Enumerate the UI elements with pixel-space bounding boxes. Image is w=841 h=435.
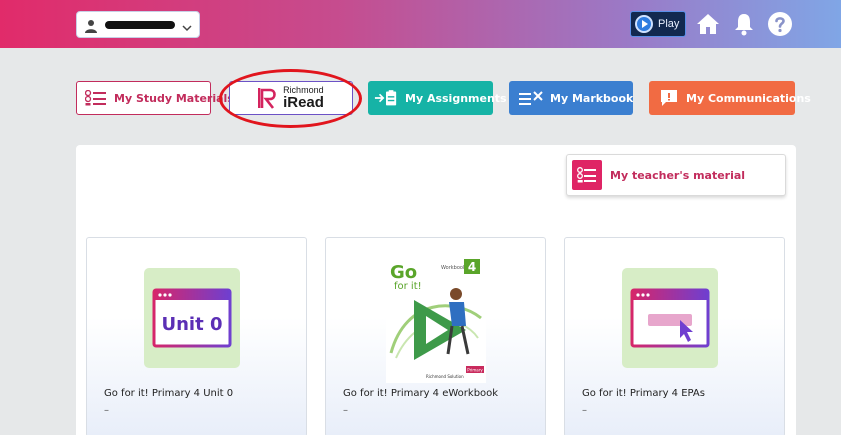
tab-label: My Study Materials xyxy=(114,91,234,105)
user-icon xyxy=(83,17,99,33)
go-for-it-cover: Go for it! Workbook 4 Primary Richmond S… xyxy=(386,258,486,383)
card-subtitle: – xyxy=(104,405,109,416)
cover-badge: Primary xyxy=(467,368,483,373)
help-icon[interactable] xyxy=(767,11,793,37)
top-header: ■■■■■■■■■■ Play xyxy=(0,0,841,48)
user-name: ■■■■■■■■■■ xyxy=(105,20,175,29)
iread-logo: Richmond iRead xyxy=(258,86,324,110)
tab-richmond-iread[interactable]: Richmond iRead xyxy=(229,81,353,115)
bell-icon[interactable] xyxy=(731,11,757,37)
cover-publisher: Richmond Solution xyxy=(426,374,464,379)
richmond-r-icon xyxy=(258,88,276,109)
assignment-clipboard-icon xyxy=(374,88,398,108)
book-cover: Go for it! Workbook 4 Primary Richmond S… xyxy=(386,258,486,383)
material-card[interactable]: Go for it! Primary 4 EPAs – xyxy=(564,237,785,435)
teacher-material-label: My teacher's material xyxy=(610,168,746,182)
click-window-icon xyxy=(630,288,710,348)
my-teachers-material-button[interactable]: My teacher's material xyxy=(566,154,786,196)
play-button[interactable]: Play xyxy=(630,11,686,37)
play-icon xyxy=(635,15,653,33)
checklist-icon xyxy=(85,88,107,108)
tab-label: My Assignments xyxy=(405,91,507,105)
chevron-down-icon xyxy=(181,19,193,31)
cover-number: 4 xyxy=(468,260,476,274)
card-subtitle: – xyxy=(343,405,348,416)
card-title: Go for it! Primary 4 eWorkbook xyxy=(343,388,499,399)
cover-title-1: Go xyxy=(390,262,417,283)
card-thumbnail xyxy=(622,268,718,368)
tab-my-study-materials[interactable]: My Study Materials xyxy=(76,81,234,115)
card-subtitle: – xyxy=(582,405,587,416)
material-card[interactable]: Unit 0 Go for it! Primary 4 Unit 0 – xyxy=(86,237,307,435)
iread-brand-big: iRead xyxy=(283,94,324,111)
message-icon xyxy=(659,88,679,108)
unit-window-icon: Unit 0 xyxy=(152,288,232,348)
tab-my-assignments[interactable]: My Assignments xyxy=(368,81,507,115)
material-card[interactable]: Go for it! Workbook 4 Primary Richmond S… xyxy=(325,237,546,435)
card-title: Go for it! Primary 4 Unit 0 xyxy=(104,388,234,399)
user-account-select[interactable]: ■■■■■■■■■■ xyxy=(76,11,200,38)
card-thumbnail: Unit 0 xyxy=(144,268,240,368)
home-icon[interactable] xyxy=(695,11,721,37)
tab-my-communications[interactable]: My Communications xyxy=(649,81,811,115)
thumb-text: Unit 0 xyxy=(162,314,223,335)
play-label: Play xyxy=(658,18,680,30)
tab-label: My Communications xyxy=(686,91,811,105)
tab-my-markbook[interactable]: My Markbook xyxy=(509,81,633,115)
markbook-icon xyxy=(519,88,543,108)
tab-label: My Markbook xyxy=(550,91,634,105)
checklist-icon xyxy=(572,160,602,190)
card-title: Go for it! Primary 4 EPAs xyxy=(582,388,705,399)
cover-title-2: for it! xyxy=(394,281,422,292)
cover-small: Workbook xyxy=(441,265,466,271)
